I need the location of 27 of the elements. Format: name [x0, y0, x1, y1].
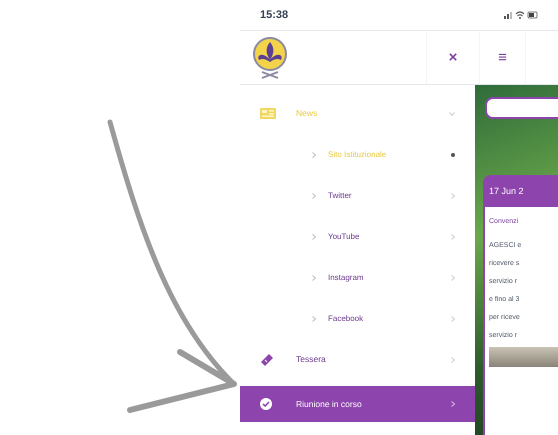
chevron-right-icon [312, 234, 316, 240]
submenu-item[interactable]: Instagram [240, 257, 475, 298]
chevron-right-icon [312, 152, 316, 158]
photo-placeholder [489, 346, 558, 366]
newspaper-icon [260, 108, 276, 119]
menu-button[interactable]: ≡ [498, 50, 507, 65]
chevron-right-icon [312, 316, 316, 322]
status-time: 15:38 [260, 8, 288, 23]
dot-icon [451, 152, 455, 156]
chevron-right-icon [451, 192, 455, 198]
submenu-item[interactable]: YouTube [240, 216, 475, 257]
menu-item[interactable]: Tessera [240, 339, 475, 380]
chevron-right-icon [312, 192, 316, 198]
chevron-right-icon [312, 274, 316, 280]
search-field[interactable] [485, 97, 558, 119]
submenu-item[interactable]: Twitter [240, 175, 475, 216]
chevron-right-icon [451, 234, 455, 240]
chevron-right-icon [451, 316, 455, 322]
submenu-item[interactable]: Facebook [240, 298, 475, 339]
ticket-icon [260, 352, 274, 366]
check-circle-icon [260, 398, 272, 410]
menu-item[interactable]: Riunione in corso [240, 386, 475, 422]
close-button[interactable]: × [448, 50, 458, 65]
card-date: 17 Jun 2 [489, 185, 524, 198]
status-icons [504, 10, 538, 20]
fleur-de-lis-logo [250, 36, 290, 80]
chevron-right-icon [451, 274, 455, 280]
